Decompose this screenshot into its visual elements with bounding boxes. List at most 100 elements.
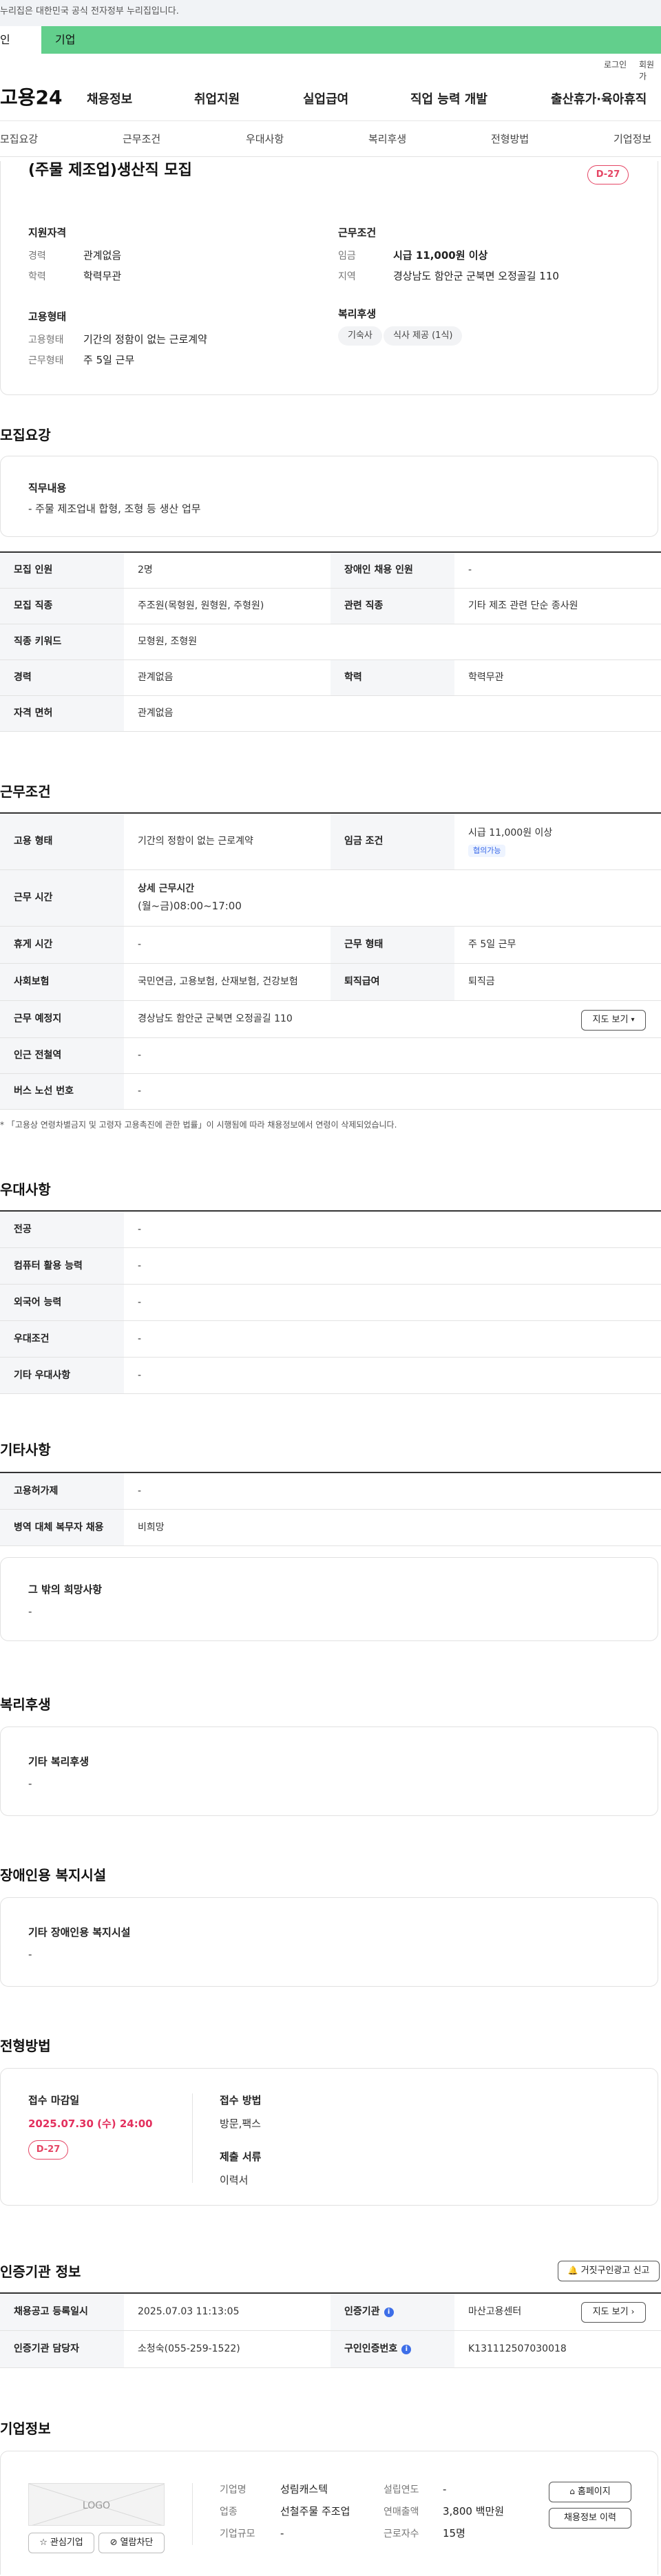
gov-notice-bar: 누리집은 대한민국 공식 전자정부 누리집입니다. — [0, 0, 661, 26]
company-divider — [192, 2483, 193, 2545]
other-hopes-box: 그 밖의 희망사항 - — [0, 1557, 658, 1641]
anchor-recruit[interactable]: 모집요강 — [0, 132, 38, 147]
row-label-cert-number: 구인인증번호 i — [330, 2331, 454, 2367]
row-label: 채용공고 등록일시 — [0, 2294, 124, 2330]
welfare-box-value: - — [28, 1777, 32, 1790]
report-false-ad-label: 거짓구인광고 신고 — [580, 2265, 650, 2276]
work-time-cell: 상세 근무시간 (월~금)08:00~17:00 — [124, 870, 661, 926]
job-summary-card: (주물 제조업)생산직 모집 D-27 지원자격 경력 관계없음 학력 학력무관… — [0, 161, 658, 395]
employment-type-label: 고용형태 — [28, 335, 64, 346]
home-icon: ⌂ — [569, 2487, 575, 2497]
employment-type-heading: 고용형태 — [28, 310, 67, 323]
row-value: 주조원(목형원, 원형원, 주형원) — [138, 600, 264, 612]
row-value: 퇴직금 — [468, 976, 495, 988]
job-description-heading: 직무내용 — [28, 482, 67, 494]
qualification-heading: 지원자격 — [28, 226, 67, 239]
industry-value: 선철주물 주조업 — [280, 2505, 350, 2517]
career-label: 경력 — [28, 251, 46, 262]
gov-notice-text: 누리집은 대한민국 공식 전자정부 누리집입니다. — [0, 6, 179, 17]
work-days-label: 근무형태 — [28, 355, 64, 366]
anchor-welfare[interactable]: 복리후생 — [368, 132, 406, 147]
row-value: 소청숙(055-259-1522) — [138, 2343, 240, 2355]
apply-divider — [192, 2093, 193, 2183]
chevron-right-icon: › — [631, 2307, 635, 2317]
area-label: 지역 — [338, 271, 356, 282]
table-row: 인증기관 담당자 소청숙(055-259-1522) 구인인증번호 i K1311… — [0, 2331, 661, 2368]
row-label: 퇴직급여 — [330, 964, 454, 1000]
row-label: 자격 면허 — [0, 696, 124, 731]
recruit-table: 모집 인원 2명 장애인 채용 인원 - 모집 직종 주조원(목형원, 원형원,… — [0, 551, 661, 732]
map-button-label: 지도 보기 — [592, 1014, 629, 1025]
map-button-workplace[interactable]: 지도 보기 ▾ — [581, 1010, 646, 1031]
dday-badge: D-27 — [587, 165, 629, 184]
org-label-text: 인증기관 — [344, 2306, 380, 2318]
job-history-button[interactable]: 채용정보 이력 — [549, 2508, 631, 2529]
row-value: K131112507030018 — [468, 2343, 567, 2355]
row-value: - — [138, 1086, 142, 1097]
disability-box-value: - — [28, 1948, 32, 1961]
map-button-label: 지도 보기 — [592, 2306, 629, 2317]
welfare-chip-dorm: 기숙사 — [338, 326, 382, 346]
row-value: 비희망 — [138, 1521, 165, 1533]
login-link[interactable]: 로그인 — [604, 59, 627, 71]
row-label: 사회보험 — [0, 964, 124, 1000]
block-icon: ⊘ — [109, 2537, 118, 2548]
row-label: 근무 예정지 — [0, 1001, 124, 1037]
conditions-heading: 근무조건 — [338, 226, 377, 239]
row-value: - — [138, 1223, 142, 1235]
education-value: 학력무관 — [83, 270, 122, 282]
nav-employment-support[interactable]: 취업지원 — [194, 91, 240, 109]
row-value: 2025.07.03 11:13:05 — [138, 2306, 240, 2318]
footnote-text: 「고용상 연령차별금지 및 고령자 고용촉진에 관한 법률」이 시행됨에 따라 … — [6, 1120, 397, 1130]
row-value: - — [468, 564, 472, 576]
anchor-work[interactable]: 근무조건 — [123, 132, 160, 147]
deadline-label: 접수 마감일 — [28, 2094, 80, 2107]
method-label: 접수 방법 — [220, 2094, 262, 2107]
logo-placeholder-text: LOGO — [82, 2500, 111, 2511]
homepage-button[interactable]: ⌂ 홈페이지 — [549, 2482, 631, 2502]
table-row: 전공 - — [0, 1212, 661, 1248]
tab-company[interactable]: 기업 — [41, 26, 89, 54]
anchor-preference[interactable]: 우대사항 — [246, 132, 284, 147]
welfare-section-title: 복리후생 — [0, 1696, 51, 1713]
anchor-company[interactable]: 기업정보 — [613, 132, 651, 147]
apply-section-title: 전형방법 — [0, 2038, 51, 2054]
favorite-company-button[interactable]: ☆ 관심기업 — [28, 2533, 94, 2553]
work-time-heading: 상세 근무시간 — [138, 883, 195, 895]
block-label: 열람차단 — [120, 2537, 154, 2548]
deadline-value: 2025.07.30 (수) 24:00 — [28, 2118, 153, 2130]
row-value: 관계없음 — [138, 708, 174, 719]
table-row: 버스 노선 번호 - — [0, 1074, 661, 1110]
table-row: 우대조건 - — [0, 1321, 661, 1358]
row-label: 학력 — [330, 660, 454, 695]
info-icon[interactable]: i — [384, 2307, 394, 2317]
tab-personal[interactable]: 인 — [0, 26, 41, 54]
documents-value: 이력서 — [220, 2174, 249, 2186]
etc-section-title: 기타사항 — [0, 1442, 51, 1458]
row-label: 임금 조건 — [330, 814, 454, 869]
nav-jobs[interactable]: 채용정보 — [87, 91, 132, 109]
nav-parental-leave[interactable]: 출산휴가·육아휴직 — [551, 91, 647, 109]
row-label: 경력 — [0, 660, 124, 695]
row-label: 인증기관 담당자 — [0, 2331, 124, 2367]
nav-unemployment-benefit[interactable]: 실업급여 — [303, 91, 348, 109]
table-row: 고용 형태 기간의 정함이 없는 근로계약 임금 조건 시급 11,000원 이… — [0, 814, 661, 870]
sales-label: 연매출액 — [384, 2506, 419, 2517]
anchor-apply[interactable]: 전형방법 — [491, 132, 529, 147]
row-label: 전공 — [0, 1212, 124, 1247]
row-label: 외국어 능력 — [0, 1285, 124, 1320]
info-icon[interactable]: i — [401, 2344, 412, 2354]
row-value: - — [138, 1369, 142, 1381]
report-false-ad-button[interactable]: 🔔 거짓구인광고 신고 — [558, 2261, 660, 2281]
site-logo[interactable]: 고용24 — [0, 84, 63, 112]
table-row: 채용공고 등록일시 2025.07.03 11:13:05 인증기관 i 마산고용… — [0, 2294, 661, 2331]
wage-label: 임금 — [338, 251, 356, 262]
map-button-org[interactable]: 지도 보기 › — [581, 2302, 646, 2323]
block-view-button[interactable]: ⊘ 열람차단 — [98, 2533, 165, 2553]
company-section-title: 기업정보 — [0, 2420, 51, 2437]
row-label: 우대조건 — [0, 1321, 124, 1357]
apply-box: 접수 마감일 2025.07.30 (수) 24:00 D-27 접수 방법 방… — [0, 2068, 658, 2206]
row-label: 기타 우대사항 — [0, 1358, 124, 1393]
row-label: 모집 인원 — [0, 553, 124, 588]
nav-vocational-training[interactable]: 직업 능력 개발 — [410, 91, 487, 109]
